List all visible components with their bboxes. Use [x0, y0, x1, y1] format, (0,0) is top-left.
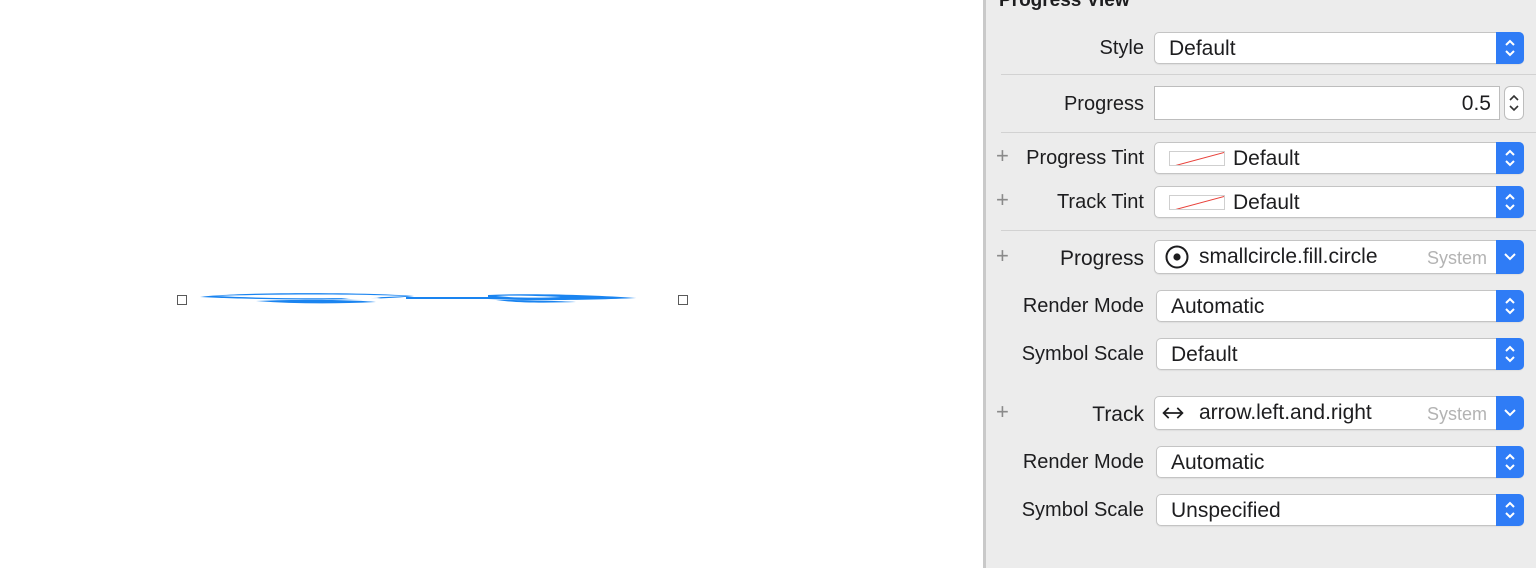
attributes-inspector: Progress View Style Default Progress 0.5… — [986, 0, 1536, 568]
separator — [1001, 230, 1536, 231]
progress-tint-label: Progress Tint — [1026, 147, 1144, 169]
progress-value: 0.5 — [1461, 92, 1491, 115]
smallcircle-fill-circle-icon — [1165, 245, 1189, 269]
track-render-mode-label: Render Mode — [1022, 451, 1144, 473]
separator — [1001, 74, 1536, 75]
system-tag: System — [1426, 248, 1487, 268]
progress-value-field[interactable]: 0.5 — [1154, 86, 1500, 120]
up-down-chevron-icon — [1496, 32, 1524, 64]
progress-symbol-scale-label: Symbol Scale — [1021, 343, 1144, 365]
progress-render-mode-value: Automatic — [1171, 295, 1265, 318]
separator — [1001, 132, 1536, 133]
track-tint-value: Default — [1233, 191, 1300, 214]
progress-tint-popup[interactable]: Default — [1154, 142, 1524, 174]
up-down-chevron-icon — [1496, 446, 1524, 478]
chevron-down-icon[interactable] — [1496, 396, 1524, 430]
progress-render-mode-label: Render Mode — [1022, 295, 1144, 317]
track-tint-popup[interactable]: Default — [1154, 186, 1524, 218]
progress-tint-value: Default — [1233, 147, 1300, 170]
progress-image-label: Progress — [1059, 247, 1144, 270]
progress-image-value: smallcircle.fill.circle — [1199, 245, 1378, 268]
style-value: Default — [1169, 37, 1236, 60]
progress-value-label: Progress — [1063, 93, 1144, 115]
track-render-mode-value: Automatic — [1171, 451, 1265, 474]
no-color-swatch-icon — [1169, 151, 1225, 166]
progress-view-preview[interactable] — [196, 288, 641, 310]
track-symbol-scale-label: Symbol Scale — [1021, 499, 1144, 521]
up-down-chevron-icon — [1496, 494, 1524, 526]
left-resize-handle[interactable] — [177, 295, 187, 305]
add-variation-track-image-icon[interactable]: + — [996, 401, 1009, 423]
section-title: Progress View — [999, 0, 1130, 11]
up-down-chevron-icon — [1496, 290, 1524, 322]
track-image-value: arrow.left.and.right — [1199, 401, 1372, 424]
progress-value-stepper[interactable] — [1504, 86, 1524, 120]
storyboard-canvas[interactable] — [0, 0, 983, 568]
progress-symbol-scale-value: Default — [1171, 343, 1238, 366]
add-variation-progress-image-icon[interactable]: + — [996, 245, 1009, 267]
right-resize-handle[interactable] — [678, 295, 688, 305]
track-tint-label: Track Tint — [1056, 191, 1144, 213]
add-variation-track-tint-icon[interactable]: + — [996, 189, 1009, 211]
style-label: Style — [1099, 37, 1144, 59]
track-image-combobox[interactable]: arrow.left.and.right System — [1154, 396, 1524, 430]
style-popup[interactable]: Default — [1154, 32, 1524, 64]
no-color-swatch-icon — [1169, 195, 1225, 210]
system-tag: System — [1426, 404, 1487, 424]
up-down-chevron-icon — [1496, 338, 1524, 370]
progress-symbol-scale-popup[interactable]: Default — [1156, 338, 1524, 370]
progress-render-mode-popup[interactable]: Automatic — [1156, 290, 1524, 322]
track-render-mode-popup[interactable]: Automatic — [1156, 446, 1524, 478]
arrow-left-and-right-icon — [1162, 407, 1184, 419]
track-symbol-scale-popup[interactable]: Unspecified — [1156, 494, 1524, 526]
chevron-down-icon[interactable] — [1496, 240, 1524, 274]
track-symbol-scale-value: Unspecified — [1171, 499, 1281, 522]
progress-image-combobox[interactable]: smallcircle.fill.circle System — [1154, 240, 1524, 274]
track-image-label: Track — [1092, 403, 1144, 426]
add-variation-progress-tint-icon[interactable]: + — [996, 145, 1009, 167]
up-down-chevron-icon — [1496, 186, 1524, 218]
up-down-chevron-icon — [1496, 142, 1524, 174]
